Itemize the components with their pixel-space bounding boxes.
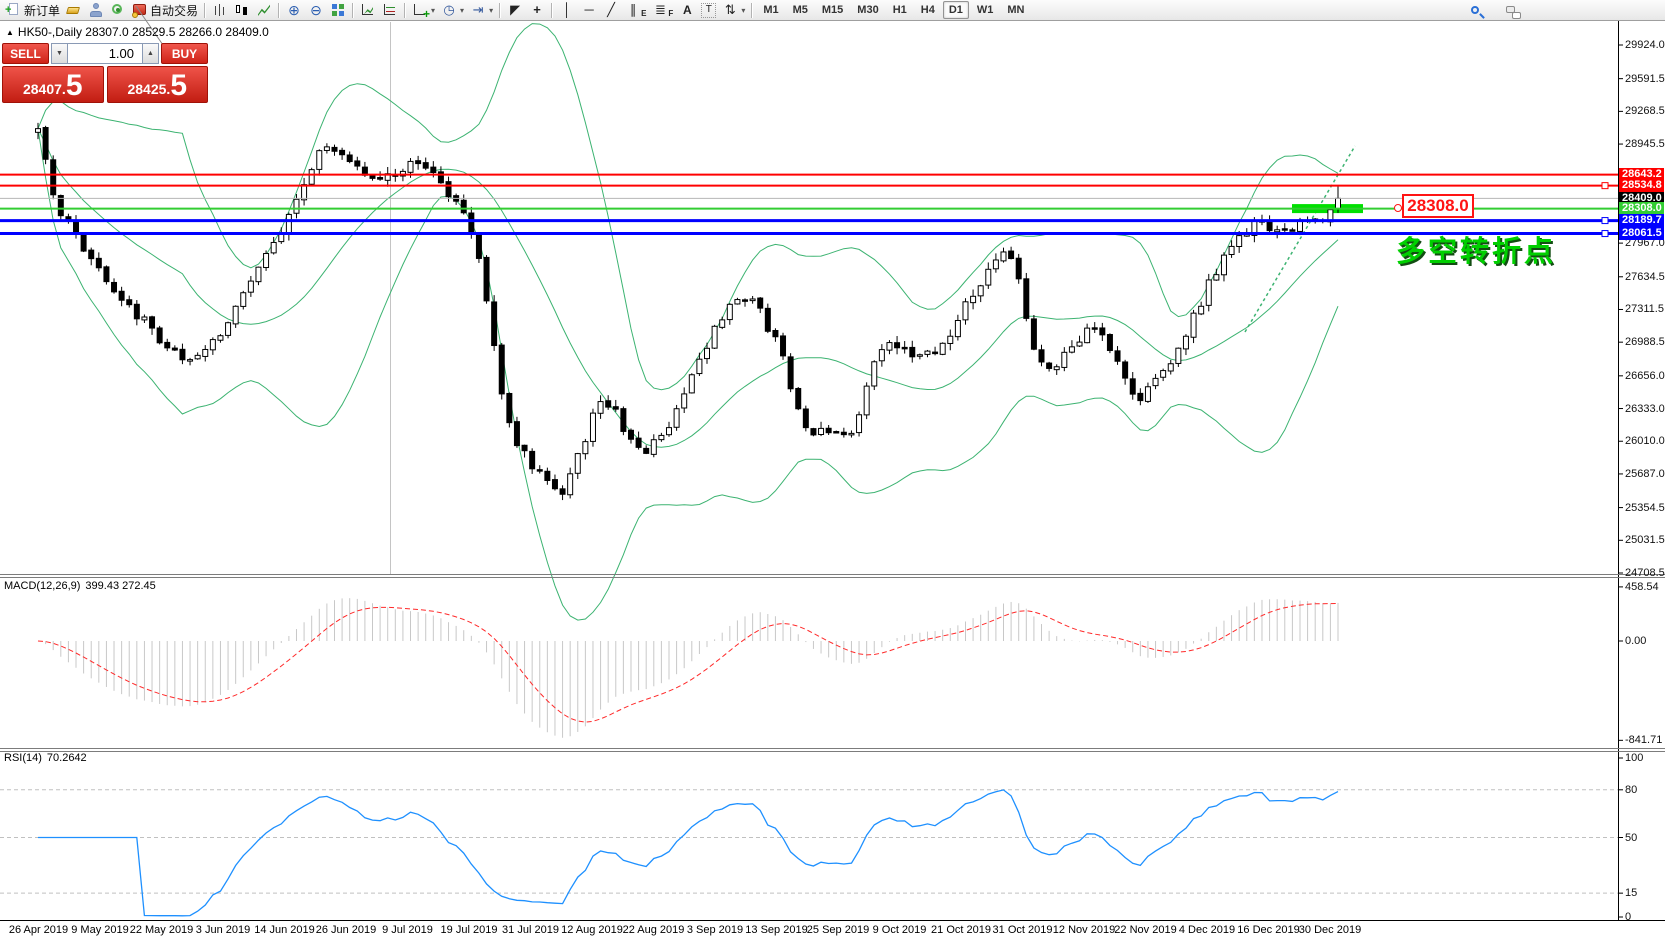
axis-tick-label: 28945.5 bbox=[1625, 138, 1665, 150]
axis-tick-label: 25687.0 bbox=[1625, 468, 1665, 480]
axis-tick-label: 29591.5 bbox=[1625, 73, 1665, 85]
price-line-label: 28189.7 bbox=[1619, 214, 1664, 227]
axis-tick-label: 25031.5 bbox=[1625, 534, 1665, 546]
date-axis-label: 19 Jul 2019 bbox=[441, 924, 498, 936]
axis-tick-label: 25354.5 bbox=[1625, 502, 1665, 514]
panel-frames bbox=[0, 21, 1665, 921]
axis-tick-label: 27311.5 bbox=[1625, 303, 1664, 315]
rsi-axis-label: 15 bbox=[1625, 887, 1637, 899]
axis-tick-label: 29924.0 bbox=[1625, 39, 1665, 51]
rsi-indicator-label: RSI(14)70.2642 bbox=[4, 752, 92, 764]
date-axis-label: 22 Aug 2019 bbox=[623, 924, 685, 936]
buy-price-button[interactable]: 28425.5 bbox=[107, 66, 209, 103]
date-axis-label: 31 Jul 2019 bbox=[502, 924, 559, 936]
macd-histogram bbox=[38, 598, 1338, 738]
date-axis-label: 3 Sep 2019 bbox=[687, 924, 743, 936]
date-axis-label: 12 Aug 2019 bbox=[561, 924, 623, 936]
date-axis-label: 13 Sep 2019 bbox=[745, 924, 807, 936]
rsi-levels bbox=[0, 790, 1618, 893]
macd-axis-label: 0.00 bbox=[1625, 635, 1646, 647]
macd-signal-line bbox=[38, 604, 1338, 723]
price-callout-label[interactable]: 28308.0 bbox=[1402, 194, 1474, 218]
date-axis-label: 21 Oct 2019 bbox=[931, 924, 991, 936]
rsi-axis-label: 80 bbox=[1625, 784, 1637, 796]
mt4-window: 新订单自动交易⊕⊖▾◷▾⇥▾◤+│─╱∥E≣FAT⇅▾M1M5M15M30H1H… bbox=[0, 0, 1665, 943]
axis-tick-label: 29268.5 bbox=[1625, 105, 1665, 117]
date-axis-label: 31 Oct 2019 bbox=[993, 924, 1053, 936]
price-line-label: 28061.5 bbox=[1619, 227, 1664, 240]
axis-tick-label: 26656.0 bbox=[1625, 370, 1665, 382]
date-axis-label: 9 May 2019 bbox=[71, 924, 128, 936]
volume-input[interactable] bbox=[68, 43, 142, 64]
chart-objects bbox=[136, 6, 1355, 574]
bid-price-big: 5 bbox=[66, 70, 83, 102]
date-axis-label: 9 Oct 2019 bbox=[873, 924, 927, 936]
rsi-axis-label: 0 bbox=[1625, 911, 1631, 923]
buy-button[interactable]: BUY bbox=[161, 43, 208, 64]
macd-indicator-label: MACD(12,26,9)399.43 272.45 bbox=[4, 580, 161, 592]
axis-tick-label: 24708.5 bbox=[1625, 567, 1665, 579]
sell-price-button[interactable]: 28407.5 bbox=[2, 66, 104, 103]
macd-axis-label: -841.71 bbox=[1625, 734, 1662, 746]
chart-canvas[interactable] bbox=[0, 0, 1665, 943]
date-axis-label: 3 Jun 2019 bbox=[196, 924, 250, 936]
rsi-line bbox=[38, 790, 1338, 916]
date-axis-label: 22 Nov 2019 bbox=[1114, 924, 1176, 936]
chart-title: ▲ HK50-,Daily 28307.0 28529.5 28266.0 284… bbox=[6, 25, 269, 39]
price-line-label: 28534.8 bbox=[1619, 179, 1664, 192]
date-axis-label: 22 May 2019 bbox=[130, 924, 194, 936]
ask-price-big: 5 bbox=[170, 70, 187, 102]
axis-tick-label: 27634.5 bbox=[1625, 271, 1665, 283]
date-axis-label: 26 Jun 2019 bbox=[316, 924, 377, 936]
date-axis-label: 30 Dec 2019 bbox=[1299, 924, 1361, 936]
date-axis-label: 12 Nov 2019 bbox=[1053, 924, 1115, 936]
date-axis-label: 14 Jun 2019 bbox=[254, 924, 315, 936]
axis-tick-label: 26010.0 bbox=[1625, 435, 1665, 447]
horizontal-lines[interactable] bbox=[0, 175, 1618, 237]
collapse-panel-icon[interactable]: ▲ bbox=[6, 28, 14, 37]
volume-up-button[interactable]: ▲ bbox=[142, 43, 159, 64]
rsi-axis-label: 50 bbox=[1625, 832, 1637, 844]
date-axis-label: 9 Jul 2019 bbox=[382, 924, 433, 936]
annotation-note[interactable]: 多空转折点 bbox=[1396, 228, 1556, 270]
rsi-axis-label: 100 bbox=[1625, 752, 1643, 764]
axis-tick-label: 26988.5 bbox=[1625, 336, 1665, 348]
ask-price-small: 28425. bbox=[127, 81, 170, 102]
date-axis-label: 4 Dec 2019 bbox=[1179, 924, 1235, 936]
macd-axis-label: 458.54 bbox=[1625, 581, 1659, 593]
bid-price-small: 28407. bbox=[23, 81, 66, 102]
date-axis-label: 16 Dec 2019 bbox=[1237, 924, 1299, 936]
sell-button[interactable]: SELL bbox=[2, 43, 49, 64]
one-click-trading-panel: SELL ▼ ▲ BUY 28407.5 28425.5 bbox=[2, 43, 208, 103]
date-axis-label: 26 Apr 2019 bbox=[9, 924, 68, 936]
chart-title-text: HK50-,Daily 28307.0 28529.5 28266.0 2840… bbox=[18, 25, 269, 39]
callout-anchor-dot[interactable] bbox=[1394, 204, 1402, 212]
axis-tick-label: 26333.0 bbox=[1625, 403, 1665, 415]
volume-stepper: ▼ ▲ bbox=[51, 43, 159, 64]
date-axis-label: 25 Sep 2019 bbox=[807, 924, 869, 936]
candlesticks bbox=[36, 123, 1341, 500]
volume-down-button[interactable]: ▼ bbox=[51, 43, 68, 64]
